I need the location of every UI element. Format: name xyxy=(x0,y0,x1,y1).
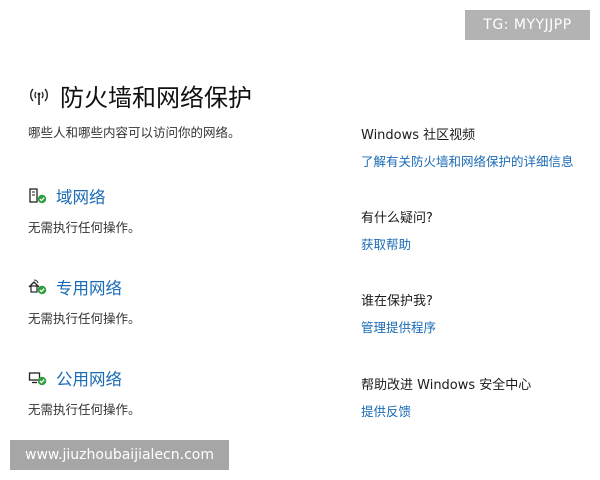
learn-more-link[interactable]: 了解有关防火墙和网络保护的详细信息 xyxy=(361,151,574,170)
manage-providers-link[interactable]: 管理提供程序 xyxy=(361,317,436,336)
wifi-antenna-icon xyxy=(26,83,52,109)
public-network-status: 无需执行任何操作。 xyxy=(28,402,141,417)
side-heading-questions: 有什么疑问? xyxy=(361,211,433,226)
side-heading-community-video: Windows 社区视频 xyxy=(361,128,476,143)
page-header: 防火墙和网络保护 xyxy=(26,78,252,113)
give-feedback-link[interactable]: 提供反馈 xyxy=(361,401,531,420)
side-section-feedback: 帮助改进 Windows 安全中心 提供反馈 xyxy=(361,374,531,420)
watermark-bottom: www.jiuzhoubaijialecn.com xyxy=(10,440,229,470)
private-network-link[interactable]: 专用网络 xyxy=(56,275,122,299)
network-domain: 域网络 无需执行任何操作。 xyxy=(28,184,141,236)
side-section-community-video: Windows 社区视频 了解有关防火墙和网络保护的详细信息 xyxy=(361,124,574,170)
side-heading-protection: 谁在保护我? xyxy=(361,294,433,309)
domain-network-status: 无需执行任何操作。 xyxy=(28,220,141,235)
private-network-icon xyxy=(28,278,48,296)
private-network-status: 无需执行任何操作。 xyxy=(28,311,141,326)
public-network-link[interactable]: 公用网络 xyxy=(56,366,122,390)
network-public: 公用网络 无需执行任何操作。 xyxy=(28,366,141,418)
side-section-questions: 有什么疑问? 获取帮助 xyxy=(361,207,433,253)
network-private: 专用网络 无需执行任何操作。 xyxy=(28,275,141,327)
get-help-link[interactable]: 获取帮助 xyxy=(361,234,433,253)
page-title: 防火墙和网络保护 xyxy=(60,84,252,112)
public-network-icon xyxy=(28,369,48,387)
domain-network-icon xyxy=(28,187,48,205)
side-section-protection: 谁在保护我? 管理提供程序 xyxy=(361,290,436,336)
watermark-top: TG: MYYJJPP xyxy=(465,10,590,40)
domain-network-link[interactable]: 域网络 xyxy=(56,184,106,208)
page-subtitle: 哪些人和哪些内容可以访问你的网络。 xyxy=(28,125,241,140)
side-heading-feedback: 帮助改进 Windows 安全中心 xyxy=(361,378,532,393)
